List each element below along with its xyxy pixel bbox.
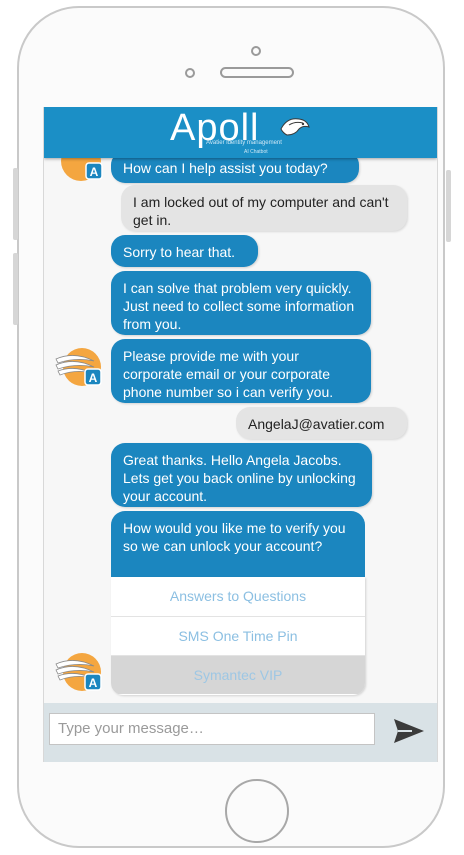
user-message: I am locked out of my computer and can't…: [121, 185, 407, 231]
brand-tagline: Avatier identity management: [206, 140, 282, 146]
winged-a-avatar-icon: A: [55, 653, 102, 691]
app-header: Apoll Avatier identity management AI Cha…: [44, 107, 437, 158]
verification-options: Answers to Questions SMS One Time Pin Sy…: [111, 577, 365, 695]
bot-message: I can solve that problem very quickly. J…: [111, 271, 371, 335]
earpiece-speaker: [220, 67, 294, 78]
brand-tagline-secondary: AI Chatbot: [244, 149, 268, 155]
option-sms-one-time-pin[interactable]: SMS One Time Pin: [111, 616, 365, 655]
svg-text:A: A: [89, 371, 98, 385]
bird-icon: [280, 118, 310, 136]
svg-text:A: A: [90, 165, 99, 179]
bot-message: How would you like me to verify you so w…: [111, 511, 365, 579]
option-answers-to-questions[interactable]: Answers to Questions: [111, 577, 365, 616]
bot-message: Sorry to hear that.: [111, 235, 258, 267]
message-input[interactable]: Type your message…: [49, 713, 375, 745]
proximity-sensor: [185, 68, 195, 78]
bot-message: Great thanks. Hello Angela Jacobs. Lets …: [111, 443, 372, 507]
home-button[interactable]: [225, 779, 289, 843]
user-message: AngelaJ@avatier.com: [236, 407, 407, 439]
option-symantec-vip[interactable]: Symantec VIP: [111, 655, 365, 694]
winged-a-avatar-icon: A: [55, 348, 102, 386]
volume-down-button: [13, 253, 18, 325]
svg-text:A: A: [89, 676, 98, 690]
chat-screen: How can I help assist you today? A I am …: [43, 107, 438, 762]
volume-up-button: [13, 168, 18, 240]
power-button: [446, 170, 451, 242]
front-camera: [251, 46, 261, 56]
bot-message: Please provide me with your corporate em…: [111, 339, 371, 403]
composer-bar: Type your message…: [44, 703, 437, 762]
send-arrow-icon[interactable]: [392, 717, 426, 745]
